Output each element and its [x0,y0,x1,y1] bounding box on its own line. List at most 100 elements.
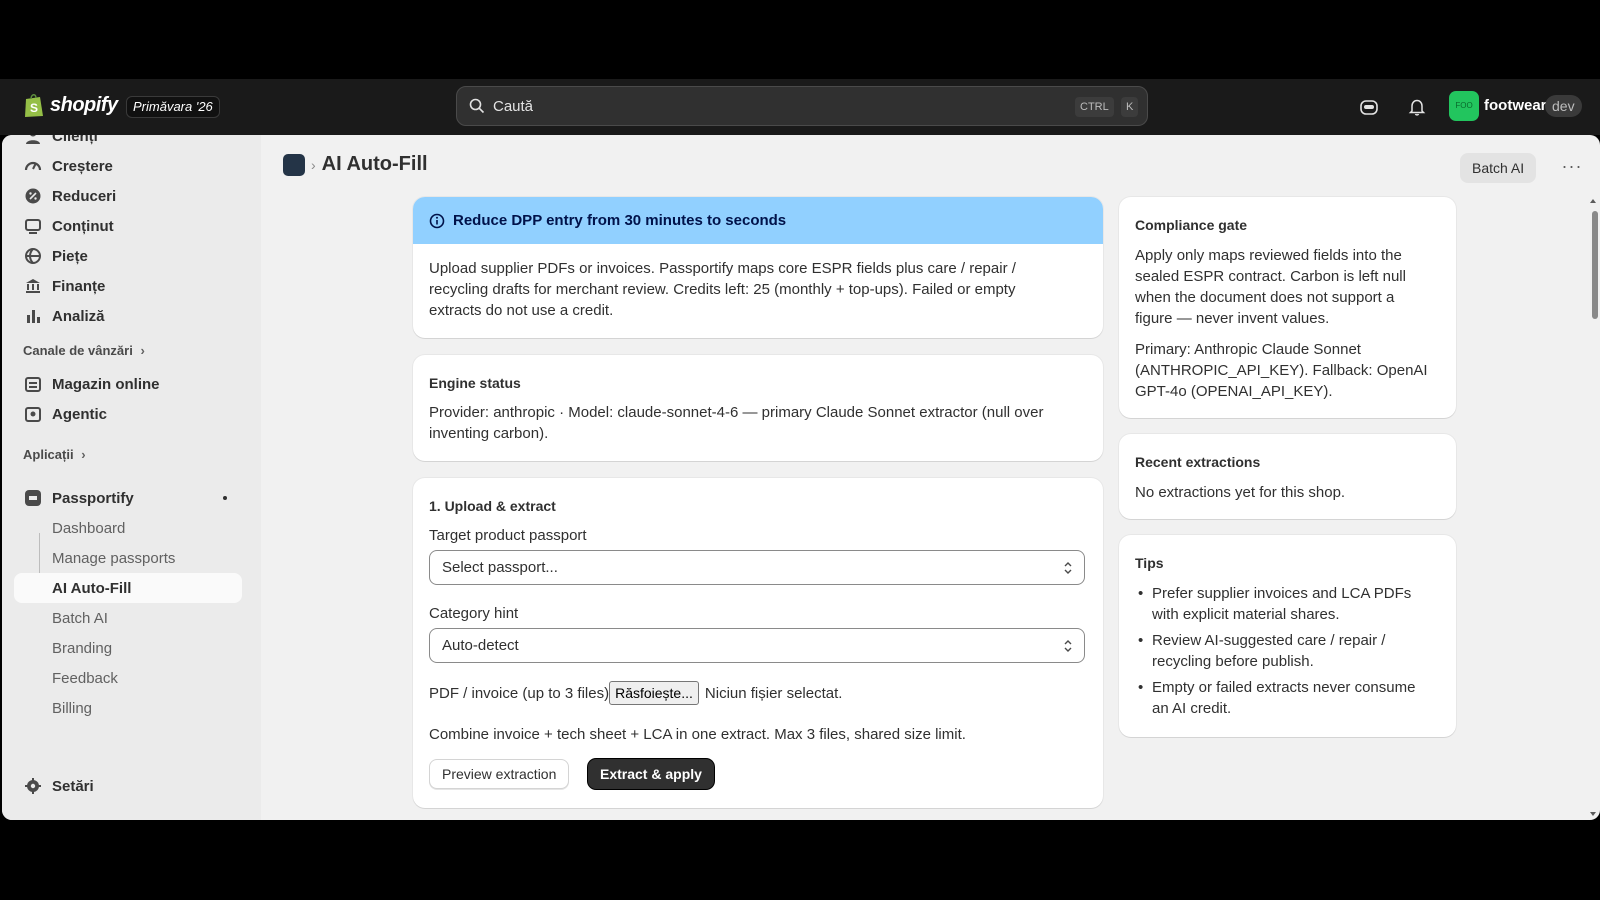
tip-item: Prefer supplier invoices and LCA PDFs wi… [1135,583,1425,625]
upload-help-text: Combine invoice + tech sheet + LCA in on… [429,726,966,743]
sidebar-sub-manage-passports[interactable]: Manage passports [14,543,242,573]
target-passport-label: Target product passport [429,527,587,544]
top-bar: S shopify Primăvara '26 Caută CTRL K FOO… [0,79,1600,135]
engine-status-card: Engine status Provider: anthropic · Mode… [413,355,1103,461]
extract-apply-button[interactable]: Extract & apply [588,759,714,789]
search-placeholder: Caută [493,97,534,115]
discount-icon [25,188,41,204]
apps-label: Aplicații [23,447,74,462]
store-name[interactable]: footwear [1484,97,1547,114]
app-icon[interactable] [283,153,305,176]
target-passport-select[interactable]: Select passport... [429,550,1085,585]
banner-title: Reduce DPP entry from 30 minutes to seco… [453,212,787,229]
sidebar-item-label: Agentic [52,405,108,423]
sidebar-sub-ai-auto-fill[interactable]: AI Auto-Fill [14,573,242,603]
chevron-right-icon: › [140,343,145,358]
sidebar-item-label: Creștere [52,157,113,175]
sidebar-item-agentic[interactable]: Agentic [14,399,242,429]
tips-card: Tips Prefer supplier invoices and LCA PD… [1119,535,1456,737]
info-banner: Reduce DPP entry from 30 minutes to seco… [413,197,1103,338]
file-status: Niciun fișier selectat. [704,684,843,702]
sidebar-item-label: Analiză [52,307,105,325]
bank-icon [26,279,40,293]
engine-status-title: Engine status [429,375,521,391]
sidebar-item-continut[interactable]: Conținut [14,211,242,241]
sidebar-item-label: Magazin online [52,375,160,393]
sidebar-item-label: Passportify [52,489,134,507]
file-upload-label: PDF / invoice (up to 3 files) [429,684,610,702]
shopify-bag-icon: S [25,94,43,117]
category-hint-label: Category hint [429,605,519,622]
apps-section[interactable]: Aplicații › [23,447,86,462]
brand-wordmark: shopify [50,93,118,116]
search-icon [469,98,485,114]
compliance-gate-card: Compliance gate Apply only maps reviewed… [1119,197,1456,418]
sidebar-sub-branding[interactable]: Branding [14,633,242,663]
page-title: AI Auto-Fill [321,153,428,175]
content-icon [25,219,41,234]
season-badge: Primăvara '26 [126,96,220,118]
more-actions-button[interactable]: ··· [1557,153,1587,183]
svg-text:S: S [30,101,38,115]
sales-channels-section[interactable]: Canale de vânzări › [23,343,145,358]
bell-icon[interactable] [1407,97,1427,117]
sidebar-item-label: Reduceri [52,187,117,205]
banner-body: Upload supplier PDFs or invoices. Passpo… [429,260,1016,319]
scrollbar-thumb[interactable] [1592,211,1598,319]
upload-card: 1. Upload & extract Target product passp… [413,478,1103,808]
sidebar-sub-feedback[interactable]: Feedback [14,663,242,693]
sidebar: Clienți Creștere Reduceri Conținut Piețe… [2,135,261,820]
compliance-title: Compliance gate [1135,217,1248,233]
browse-files-button[interactable]: Răsfoiește... [609,681,699,705]
sidebar-item-reduceri[interactable]: Reduceri [14,181,242,211]
tips-title: Tips [1135,555,1164,571]
search-bar[interactable]: Caută CTRL K [456,86,1148,126]
engine-status-body: Provider: anthropic · Model: claude-sonn… [429,404,1044,442]
breadcrumb: › AI Auto-Fill [283,153,428,176]
recent-extractions-card: Recent extractions No extractions yet fo… [1119,434,1456,519]
sidebar-item-crestere[interactable]: Creștere [14,151,242,181]
sidebar-item-piete[interactable]: Piețe [14,241,242,271]
tips-list: Prefer supplier invoices and LCA PDFs wi… [1135,583,1425,724]
sidebar-sub-batch-ai[interactable]: Batch AI [14,603,242,633]
category-hint-select[interactable]: Auto-detect [429,628,1085,663]
preview-extraction-button[interactable]: Preview extraction [429,759,570,789]
compliance-p2: Primary: Anthropic Claude Sonnet (ANTHRO… [1135,341,1428,400]
sidekick-icon[interactable] [1359,97,1379,117]
passportify-app-icon [25,490,41,506]
shopify-logo[interactable]: S shopify [23,92,118,118]
sidebar-item-clienti[interactable]: Clienți [14,135,242,151]
tip-item: Empty or failed extracts never consume a… [1135,677,1425,719]
store-badge: dev [1545,95,1582,117]
category-hint-value: Auto-detect [442,637,519,654]
upload-title: 1. Upload & extract [429,498,556,514]
sidebar-item-setari[interactable]: Setări [14,771,242,801]
scroll-down-icon[interactable] [1589,810,1597,818]
sidebar-sub-dashboard[interactable]: Dashboard [14,513,242,543]
globe-icon [25,248,41,264]
agentic-icon [25,407,41,422]
store-avatar[interactable]: FOO [1449,91,1479,121]
info-icon [429,213,445,228]
browser-frame: S shopify Primăvara '26 Caută CTRL K FOO… [0,79,1600,820]
gauge-icon [24,161,42,171]
sidebar-item-analiza[interactable]: Analiză [14,301,242,331]
tip-item: Review AI-suggested care / repair / recy… [1135,630,1425,672]
sidebar-item-magazin-online[interactable]: Magazin online [14,369,242,399]
batch-ai-button[interactable]: Batch AI [1460,153,1537,183]
target-passport-value: Select passport... [442,559,558,576]
bar-chart-icon [27,310,40,323]
sidebar-item-label: Finanțe [52,277,106,295]
select-chevron-icon [1064,640,1072,652]
pin-dot [223,496,227,500]
sidebar-item-label: Clienți [52,135,98,145]
scroll-up-icon[interactable] [1589,197,1597,205]
sales-channels-label: Canale de vânzări [23,343,133,358]
sidebar-item-passportify[interactable]: Passportify [14,483,242,513]
sidebar-item-finante[interactable]: Finanțe [14,271,242,301]
select-chevron-icon [1064,562,1072,574]
sidebar-sub-billing[interactable]: Billing [14,693,242,723]
main-content: › AI Auto-Fill Batch AI ··· Reduce DPP e… [261,135,1600,820]
file-upload-row: PDF / invoice (up to 3 files) Răsfoiește… [429,681,842,705]
admin-app: Clienți Creștere Reduceri Conținut Piețe… [2,135,1600,820]
